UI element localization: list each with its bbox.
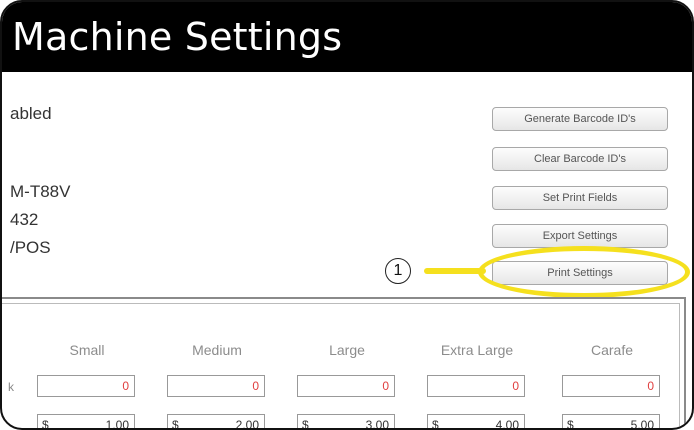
quantity-value: 0 — [252, 379, 259, 393]
quantity-value: 0 — [382, 379, 389, 393]
quantity-value: 0 — [122, 379, 129, 393]
printer-model-text: M-T88V — [10, 182, 71, 201]
currency-symbol: $ — [302, 418, 309, 430]
price-field-extra-large[interactable]: $ 4.00 — [427, 414, 525, 430]
callout-leader-line — [424, 268, 486, 274]
price-field-medium[interactable]: $ 2.00 — [167, 414, 265, 430]
quantity-field-small[interactable]: 0 — [37, 375, 135, 397]
price-value: 4.00 — [495, 418, 519, 430]
settings-window: Machine Settings abled M-T88V 432 /POS G… — [0, 0, 694, 430]
title-bar: Machine Settings — [2, 2, 692, 72]
price-field-large[interactable]: $ 3.00 — [297, 414, 395, 430]
column-header-small: Small — [69, 342, 105, 358]
price-value: 3.00 — [365, 418, 389, 430]
callout-highlight-ring — [478, 246, 690, 298]
currency-symbol: $ — [172, 418, 179, 430]
price-value: 2.00 — [235, 418, 259, 430]
size-pricing-panel-inner — [2, 303, 680, 428]
column-header-large: Large — [329, 342, 365, 358]
price-field-carafe[interactable]: $ 5.00 — [562, 414, 660, 430]
printer-type-text: /POS — [10, 238, 51, 257]
quantity-value: 0 — [647, 379, 654, 393]
currency-symbol: $ — [42, 418, 49, 430]
quantity-field-extra-large[interactable]: 0 — [427, 375, 525, 397]
window-title: Machine Settings — [12, 15, 343, 59]
clear-barcode-ids-button[interactable]: Clear Barcode ID's — [492, 147, 668, 171]
quantity-field-carafe[interactable]: 0 — [562, 375, 660, 397]
column-header-carafe: Carafe — [590, 342, 634, 358]
quantity-value: 0 — [512, 379, 519, 393]
callout-number: 1 — [385, 258, 411, 284]
printer-port-text: 432 — [10, 210, 39, 229]
quantity-field-medium[interactable]: 0 — [167, 375, 265, 397]
generate-barcode-ids-button[interactable]: Generate Barcode ID's — [492, 107, 668, 131]
column-header-medium: Medium — [192, 342, 242, 358]
price-value: 5.00 — [630, 418, 654, 430]
set-print-fields-button[interactable]: Set Print Fields — [492, 186, 668, 210]
quantity-field-large[interactable]: 0 — [297, 375, 395, 397]
export-settings-button[interactable]: Export Settings — [492, 224, 668, 248]
status-text: abled — [10, 104, 52, 123]
price-value: 1.00 — [105, 418, 129, 430]
currency-symbol: $ — [567, 418, 574, 430]
row-label-fragment: k — [8, 380, 14, 394]
column-header-extra-large: Extra Large — [440, 342, 514, 358]
currency-symbol: $ — [432, 418, 439, 430]
price-field-small[interactable]: $ 1.00 — [37, 414, 135, 430]
